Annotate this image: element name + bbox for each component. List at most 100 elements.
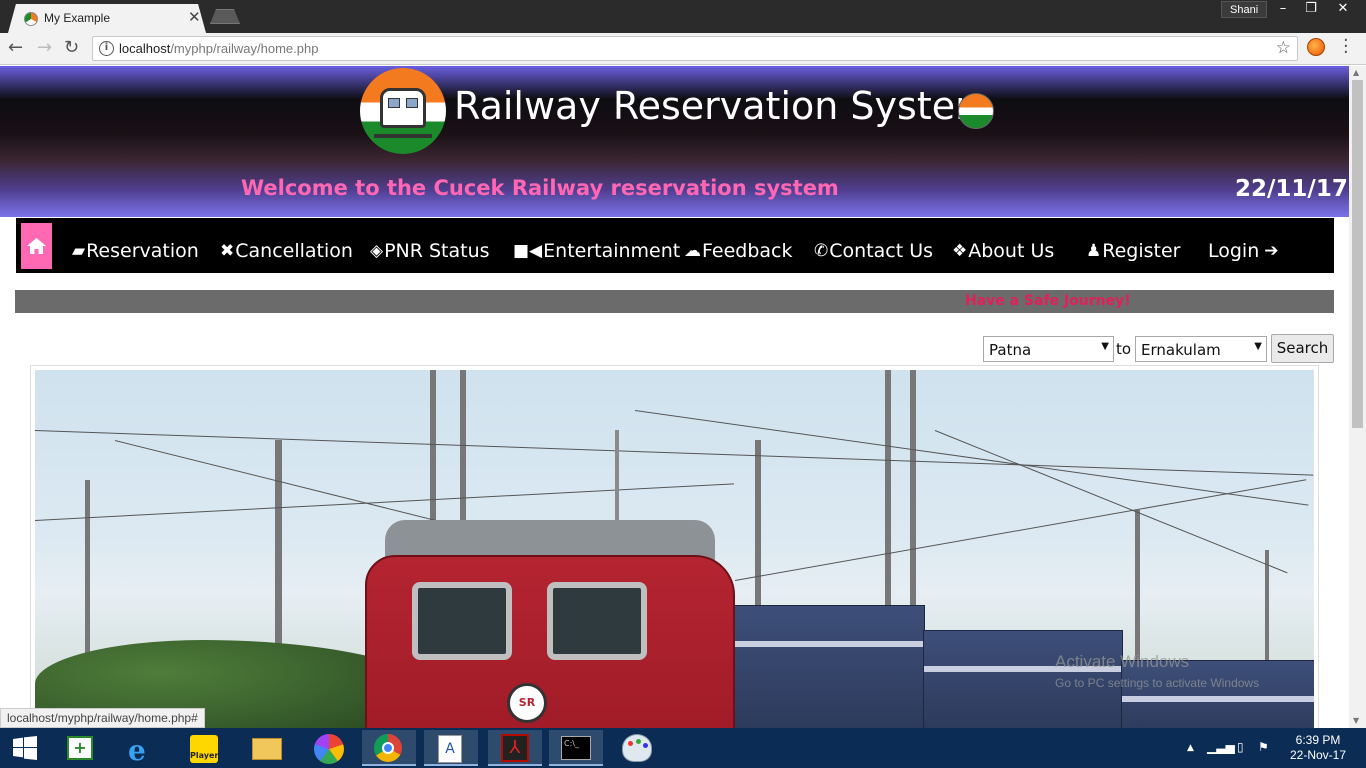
profile-button[interactable]: Shani bbox=[1221, 1, 1268, 18]
train-coach bbox=[725, 605, 925, 728]
home-button[interactable] bbox=[21, 223, 52, 269]
reload-icon[interactable]: ↻ bbox=[64, 37, 79, 58]
to-station-select[interactable]: Ernakulam ▼ bbox=[1135, 336, 1267, 362]
close-window-icon[interactable]: ✕ bbox=[1327, 0, 1359, 18]
nav-pnr-status[interactable]: ◈ PNR Status bbox=[370, 240, 490, 262]
address-bar[interactable]: i localhost/myphp/railway/home.php ☆ bbox=[92, 36, 1298, 61]
battery-icon[interactable]: ▯ bbox=[1237, 740, 1244, 754]
start-button[interactable] bbox=[0, 730, 50, 766]
nav-label: Feedback bbox=[702, 240, 793, 262]
taskbar-app-paint[interactable] bbox=[610, 730, 664, 766]
close-tab-icon[interactable]: ✕ bbox=[188, 8, 201, 26]
minimize-icon[interactable]: – bbox=[1269, 0, 1297, 18]
train-icon bbox=[380, 88, 426, 128]
nav-label: Cancellation bbox=[235, 240, 353, 262]
taskbar-app-picasa[interactable] bbox=[302, 730, 356, 766]
locomotive-window bbox=[547, 582, 647, 660]
scroll-up-arrow-icon[interactable]: ▲ bbox=[1353, 68, 1359, 77]
taskbar-app-chrome[interactable] bbox=[362, 730, 416, 766]
nav-label: PNR Status bbox=[384, 240, 490, 262]
bookmark-star-icon[interactable]: ☆ bbox=[1276, 38, 1291, 58]
system-clock[interactable]: 6:39 PM 22-Nov-17 bbox=[1286, 733, 1350, 763]
browser-tab[interactable]: My Example ✕ bbox=[8, 4, 206, 33]
clock-date: 22-Nov-17 bbox=[1289, 748, 1347, 762]
vertical-scrollbar[interactable]: ▲ ▼ bbox=[1349, 66, 1366, 728]
ticket-icon: ◈ bbox=[370, 241, 384, 261]
x-icon: ✖ bbox=[220, 241, 235, 261]
browser-toolbar: ← → ↻ i localhost/myphp/railway/home.php… bbox=[0, 32, 1366, 65]
from-station-select[interactable]: Patna ▼ bbox=[983, 336, 1114, 362]
video-icon: ■◀ bbox=[513, 241, 543, 261]
chrome-icon bbox=[374, 734, 402, 762]
internet-explorer-icon: e bbox=[128, 734, 146, 767]
search-button[interactable]: Search bbox=[1271, 334, 1334, 363]
railway-favicon-icon bbox=[24, 12, 38, 26]
nav-login[interactable]: Login ➔ bbox=[1208, 240, 1280, 262]
taskbar-app-ie[interactable]: e bbox=[116, 730, 170, 767]
book-icon: ▰ bbox=[72, 241, 86, 261]
overhead-wire bbox=[934, 430, 1288, 574]
coach-strip bbox=[1122, 696, 1314, 702]
forward-arrow-icon[interactable]: → bbox=[37, 37, 52, 58]
nav-register[interactable]: ♟ Register bbox=[1086, 240, 1180, 262]
sign-in-icon: ➔ bbox=[1264, 241, 1279, 261]
nav-cancellation[interactable]: ✖ Cancellation bbox=[220, 240, 353, 262]
nav-contact-us[interactable]: ✆ Contact Us bbox=[814, 240, 933, 262]
signal-icon[interactable]: ▁▃▅ bbox=[1207, 740, 1235, 754]
overhead-wire bbox=[734, 479, 1307, 581]
to-station-value: Ernakulam bbox=[1141, 341, 1221, 359]
from-station-value: Patna bbox=[989, 341, 1032, 359]
pdf-icon: ⅄ bbox=[501, 734, 529, 762]
user-plus-icon: ♟ bbox=[1086, 241, 1102, 261]
browser-menu-icon[interactable]: · · · bbox=[1343, 32, 1349, 62]
taskbar-app-calculator[interactable]: + bbox=[54, 730, 108, 766]
sr-emblem: SR bbox=[507, 683, 547, 723]
scrollbar-thumb[interactable] bbox=[1352, 80, 1363, 428]
paint-dot bbox=[643, 743, 648, 748]
flag-icon[interactable]: ⚑ bbox=[1258, 740, 1269, 754]
page-viewport: Railway Reservation System Welcome to th… bbox=[0, 66, 1349, 728]
marquee-text: Have a Safe Journey! bbox=[965, 293, 1131, 309]
tray-expand-icon[interactable]: ▲ bbox=[1187, 743, 1194, 753]
windows-taskbar: + e Player A ⅄ C:\_ ▲ ▁▃▅ ▯ ⚑ 6:39 PM 22… bbox=[0, 728, 1366, 768]
nav-feedback[interactable]: ☁ Feedback bbox=[684, 240, 792, 262]
new-tab-button[interactable] bbox=[210, 9, 240, 24]
hero-image-frame: SR bbox=[30, 365, 1319, 728]
overhead-wire bbox=[35, 483, 735, 521]
marquee-bar: Have a Safe Journey! bbox=[15, 290, 1334, 313]
taskbar-app-acrobat[interactable]: ⅄ bbox=[488, 730, 542, 766]
paint-dot bbox=[628, 741, 633, 746]
tab-title: My Example bbox=[44, 11, 111, 25]
folder-icon bbox=[252, 738, 282, 760]
nav-entertainment[interactable]: ■◀ Entertainment bbox=[513, 240, 680, 262]
home-icon bbox=[27, 238, 46, 254]
railway-small-logo-icon bbox=[958, 93, 994, 129]
taskbar-app-player[interactable]: Player bbox=[178, 730, 232, 766]
info-icon[interactable]: i bbox=[99, 41, 114, 56]
nav-label: Contact Us bbox=[829, 240, 934, 262]
taskbar-app-reader[interactable]: A bbox=[424, 730, 478, 766]
phone-icon: ✆ bbox=[814, 241, 829, 261]
back-arrow-icon[interactable]: ← bbox=[8, 37, 23, 58]
scroll-down-arrow-icon[interactable]: ▼ bbox=[1353, 716, 1359, 725]
activate-windows-watermark: Activate Windows bbox=[1055, 652, 1190, 671]
url-text: localhost/myphp/railway/home.php bbox=[119, 41, 318, 56]
paint-dot bbox=[636, 739, 641, 744]
nav-about-us[interactable]: ❖ About Us bbox=[952, 240, 1054, 262]
nav-label: Reservation bbox=[86, 240, 199, 262]
train-window bbox=[388, 98, 400, 108]
document-icon: A bbox=[438, 735, 462, 763]
nav-label: About Us bbox=[968, 240, 1055, 262]
status-bar-url: localhost/myphp/railway/home.php# bbox=[0, 708, 205, 728]
nav-label: Entertainment bbox=[543, 240, 681, 262]
extension-icon[interactable] bbox=[1307, 38, 1325, 56]
restore-icon[interactable]: ❐ bbox=[1297, 0, 1325, 18]
train-photo: SR bbox=[35, 370, 1314, 728]
taskbar-app-cmd[interactable]: C:\_ bbox=[549, 730, 603, 766]
dropdown-arrow-icon: ▼ bbox=[1101, 341, 1109, 352]
chat-icon: ☁ bbox=[684, 241, 701, 261]
cubes-icon: ❖ bbox=[952, 241, 968, 261]
taskbar-app-explorer[interactable] bbox=[240, 730, 294, 766]
paint-palette-icon bbox=[622, 734, 652, 762]
nav-reservation[interactable]: ▰ Reservation bbox=[72, 240, 199, 262]
